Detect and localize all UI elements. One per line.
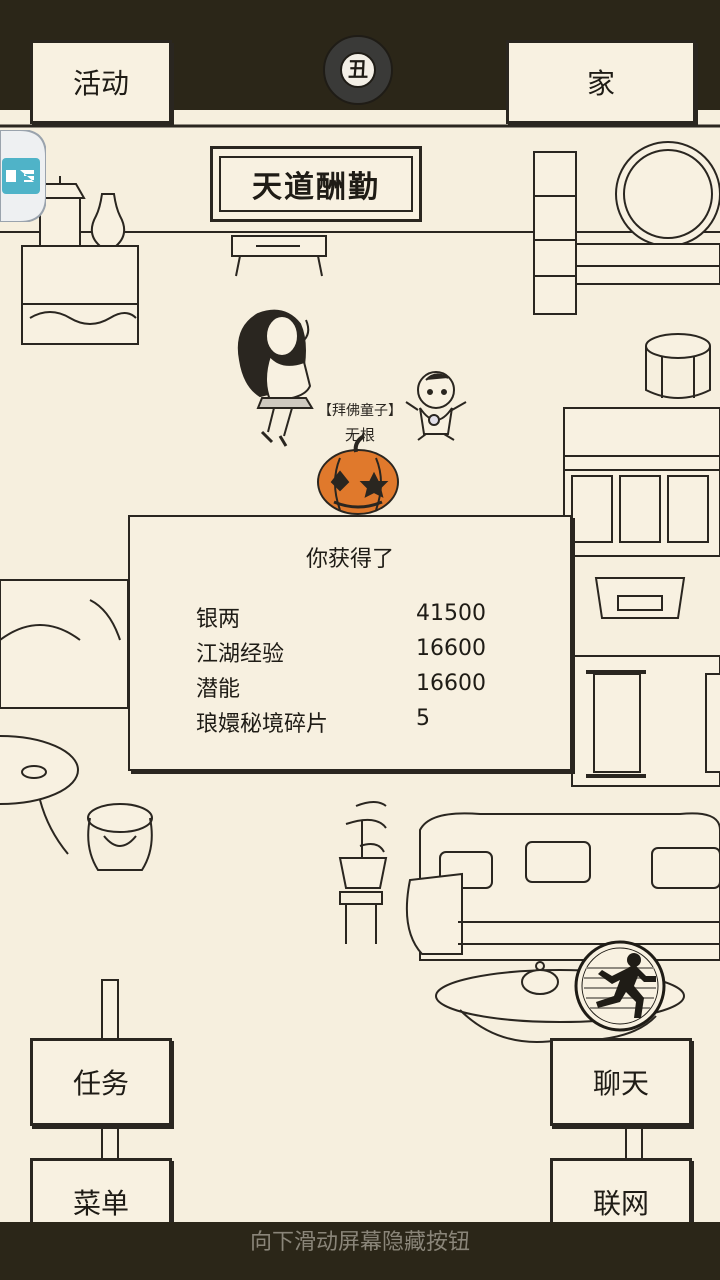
chat-button-label: 聊天	[592, 1067, 649, 1100]
reward-value: 16600	[416, 671, 486, 696]
reward-row: 江湖经验 16600	[196, 636, 556, 668]
chat-button[interactable]: 聊天	[550, 1038, 692, 1126]
game-screen: 活动 家 丑 天道酬勤 【拜佛童子】 无根 你获得了 银两 41500 江湖经验…	[0, 0, 720, 1280]
reward-name: 江湖经验	[196, 642, 285, 667]
plaque-text: 天道酬勤	[219, 156, 413, 212]
task-button-label: 任务	[72, 1067, 129, 1100]
hide-buttons-hint: 向下滑动屏幕隐藏按钮	[249, 1230, 470, 1255]
activity-button[interactable]: 活动	[30, 40, 172, 124]
reward-name: 银两	[196, 607, 241, 632]
wall-plaque: 天道酬勤	[210, 146, 422, 222]
network-button-label: 联网	[592, 1187, 649, 1220]
npc-name[interactable]: 无根	[312, 424, 408, 445]
reward-row: 潜能 16600	[196, 671, 556, 703]
sofa	[405, 812, 720, 961]
task-button[interactable]: 任务	[30, 1038, 172, 1126]
reward-value: 5	[416, 706, 430, 731]
activity-button-label: 活动	[72, 67, 129, 100]
reward-name: 琅嬛秘境碎片	[196, 712, 329, 737]
reward-row: 银两 41500	[196, 601, 556, 633]
time-period-label: 丑	[348, 56, 368, 81]
reward-dialog-title: 你获得了	[305, 547, 394, 572]
reward-name: 潜能	[196, 677, 241, 702]
reward-row: 琅嬛秘境碎片 5	[196, 706, 556, 738]
reward-value: 41500	[416, 601, 486, 626]
home-button-label: 家	[586, 67, 615, 100]
menu-button-label: 菜单	[72, 1187, 129, 1220]
reward-value: 16600	[416, 636, 486, 661]
scroll-paintings	[571, 655, 720, 787]
npc-title[interactable]: 【拜佛童子】	[312, 400, 408, 420]
side-badge-icon[interactable]	[0, 130, 46, 222]
home-button[interactable]: 家	[506, 40, 696, 124]
reward-dialog[interactable]: 你获得了 银两 41500 江湖经验 16600 潜能 16600 琅嬛秘境碎片…	[128, 515, 572, 771]
running-man-icon[interactable]	[572, 938, 668, 1034]
